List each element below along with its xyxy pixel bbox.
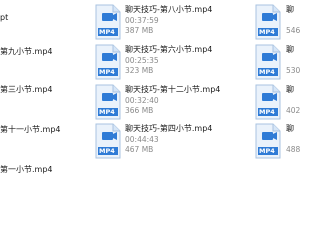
file-size: 546 bbox=[286, 26, 301, 35]
file-item[interactable]: MP4 聊天技巧-第四小节.mp4 00:44:43 467 MB bbox=[94, 123, 244, 163]
file-item[interactable]: MP4 聊 402 bbox=[254, 84, 300, 124]
file-name: 聊天技巧-第八小节.mp4 bbox=[125, 5, 213, 14]
file-name: 聊 bbox=[286, 124, 294, 133]
file-item[interactable]: 第十一小节.mp4 bbox=[0, 118, 90, 158]
file-type-badge: MP4 bbox=[99, 147, 115, 155]
file-item[interactable]: MP4 聊 488 bbox=[254, 123, 300, 163]
file-name: pt bbox=[0, 13, 9, 22]
file-name: 第九小节.mp4 bbox=[0, 47, 53, 56]
file-name: 聊天技巧-第四小节.mp4 bbox=[125, 124, 213, 133]
file-size: 467 MB bbox=[125, 145, 154, 154]
file-item[interactable]: MP4 聊 546 bbox=[254, 4, 300, 44]
file-size: 387 MB bbox=[125, 26, 154, 35]
file-size: 488 bbox=[286, 145, 301, 154]
file-name: 聊天技巧-第十二小节.mp4 bbox=[125, 85, 221, 94]
file-duration: 00:37:59 bbox=[125, 16, 159, 25]
file-item[interactable]: MP4 聊 530 bbox=[254, 44, 300, 84]
file-name: 第十一小节.mp4 bbox=[0, 125, 61, 134]
file-item[interactable]: MP4 聊天技巧-第八小节.mp4 00:37:59 387 MB bbox=[94, 4, 244, 44]
file-duration: 00:25:35 bbox=[125, 56, 159, 65]
file-size: 530 bbox=[286, 66, 301, 75]
file-size: 323 MB bbox=[125, 66, 154, 75]
file-name: 聊天技巧-第六小节.mp4 bbox=[125, 45, 213, 54]
file-duration: 00:32:40 bbox=[125, 96, 159, 105]
file-item[interactable]: 第一小节.mp4 bbox=[0, 160, 90, 200]
file-type-badge: MP4 bbox=[259, 28, 275, 36]
file-item[interactable]: MP4 聊天技巧-第十二小节.mp4 00:32:40 366 MB bbox=[94, 84, 244, 124]
file-type-badge: MP4 bbox=[259, 108, 275, 116]
file-type-badge: MP4 bbox=[99, 28, 115, 36]
file-name: 第一小节.mp4 bbox=[0, 165, 53, 174]
file-name: 聊 bbox=[286, 85, 294, 94]
file-type-badge: MP4 bbox=[99, 68, 115, 76]
file-type-badge: MP4 bbox=[259, 68, 275, 76]
file-name: 聊 bbox=[286, 5, 294, 14]
file-name: 聊 bbox=[286, 45, 294, 54]
file-name: 第三小节.mp4 bbox=[0, 85, 53, 94]
file-type-badge: MP4 bbox=[99, 108, 115, 116]
file-item[interactable]: MP4 聊天技巧-第六小节.mp4 00:25:35 323 MB bbox=[94, 44, 244, 84]
file-size: 402 bbox=[286, 106, 301, 115]
file-item[interactable]: 第九小节.mp4 bbox=[0, 40, 90, 80]
file-type-badge: MP4 bbox=[259, 147, 275, 155]
file-item[interactable]: 第三小节.mp4 bbox=[0, 80, 90, 120]
file-size: 366 MB bbox=[125, 106, 154, 115]
file-duration: 00:44:43 bbox=[125, 135, 159, 144]
